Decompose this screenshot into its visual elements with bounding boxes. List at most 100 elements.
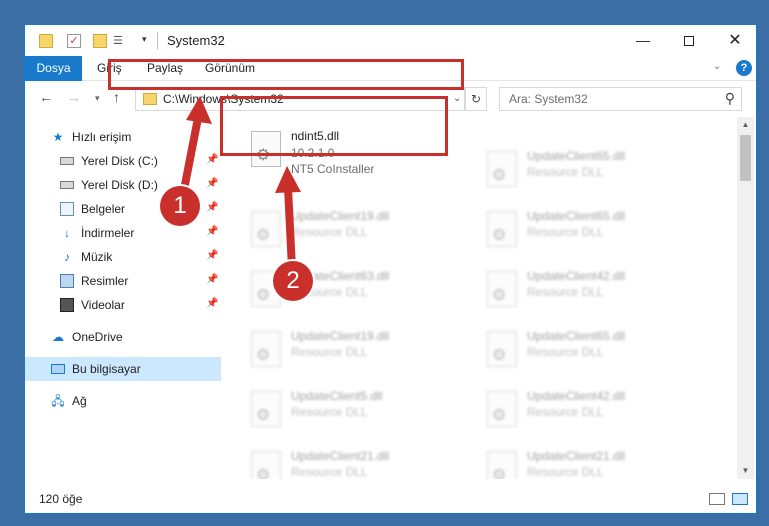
nav-label: Resimler bbox=[81, 274, 129, 288]
nav-item-local-disk-c[interactable]: Yerel Disk (C:) 📌 bbox=[25, 149, 221, 173]
tab-file[interactable]: Dosya bbox=[25, 56, 82, 81]
file-tile[interactable]: ⚙ UpdateClient19.dll Resource DLL bbox=[239, 325, 459, 381]
disk-icon bbox=[60, 157, 74, 165]
file-tile[interactable]: ⚙ UpdateClient42.dll Resource DLL bbox=[475, 265, 695, 321]
nav-item-onedrive[interactable]: ☁ OneDrive bbox=[25, 325, 221, 349]
gear-icon: ⚙ bbox=[256, 227, 271, 244]
search-icon[interactable]: ⚲ bbox=[725, 90, 735, 107]
file-tile[interactable]: ⚙ UpdateClient65.dll Resource DLL bbox=[475, 325, 695, 381]
pin-icon[interactable]: 📌 bbox=[206, 250, 218, 261]
nav-label: Yerel Disk (C:) bbox=[81, 154, 158, 168]
file-name: UpdateClient65.dll bbox=[527, 149, 626, 163]
dll-file-icon: ⚙ bbox=[487, 151, 517, 187]
file-name: UpdateClient19.dll bbox=[291, 209, 390, 223]
annotation-file-box bbox=[220, 96, 448, 156]
annotation-address-box bbox=[108, 59, 464, 90]
file-tile[interactable]: ⚙ UpdateClient21.dll Resource DLL bbox=[475, 445, 695, 479]
address-dropdown-chevron-icon[interactable]: ⌄ bbox=[453, 93, 461, 104]
nav-label: Ağ bbox=[72, 394, 87, 408]
file-type: Resource DLL bbox=[291, 225, 368, 239]
step-1-badge: 1 bbox=[160, 186, 200, 226]
folder-icon[interactable] bbox=[39, 34, 53, 48]
help-icon[interactable]: ? bbox=[736, 60, 752, 76]
nav-label: Müzik bbox=[81, 250, 113, 264]
file-tile[interactable]: ⚙ UpdateClient63.dll Resource DLL bbox=[239, 265, 459, 321]
disk-icon bbox=[60, 181, 74, 189]
file-tile[interactable]: ⚙ UpdateClient42.dll Resource DLL bbox=[475, 385, 695, 441]
file-type: Resource DLL bbox=[291, 465, 368, 479]
dll-file-icon: ⚙ bbox=[487, 211, 517, 247]
folder-icon bbox=[143, 93, 157, 105]
file-list: ⚙ ndint5.dll 10.2.1.0 NT5 CoInstaller ⚙ … bbox=[235, 117, 735, 479]
gear-icon: ⚙ bbox=[492, 227, 507, 244]
nav-item-this-pc[interactable]: Bu bilgisayar bbox=[25, 357, 221, 381]
file-type: Resource DLL bbox=[291, 405, 368, 419]
window-title: System32 bbox=[167, 33, 225, 48]
search-placeholder: Ara: System32 bbox=[509, 92, 588, 106]
nav-item-pictures[interactable]: Resimler 📌 bbox=[25, 269, 221, 293]
close-button[interactable]: ✕ bbox=[712, 25, 756, 56]
dll-file-icon: ⚙ bbox=[251, 391, 281, 427]
file-tile[interactable]: ⚙ UpdateClient65.dll Resource DLL bbox=[475, 145, 695, 201]
pin-icon[interactable]: 📌 bbox=[206, 298, 218, 309]
customize-toolbar-icon[interactable]: ☰ bbox=[113, 34, 129, 48]
new-folder-icon[interactable] bbox=[93, 34, 107, 48]
file-type: Resource DLL bbox=[527, 225, 604, 239]
computer-icon bbox=[51, 364, 65, 374]
minimize-button[interactable]: — bbox=[620, 25, 666, 56]
gear-icon: ⚙ bbox=[256, 347, 271, 364]
nav-label: İndirmeler bbox=[81, 226, 135, 240]
file-tile[interactable]: ⚙ UpdateClient5.dll Resource DLL bbox=[239, 385, 459, 441]
cloud-icon: ☁ bbox=[52, 330, 64, 344]
video-icon bbox=[60, 298, 74, 312]
file-name: UpdateClient42.dll bbox=[527, 389, 626, 403]
back-button[interactable]: ← bbox=[39, 89, 53, 105]
file-tile[interactable]: ⚙ UpdateClient19.dll Resource DLL bbox=[239, 205, 459, 261]
pin-icon[interactable]: 📌 bbox=[206, 178, 218, 189]
file-name: UpdateClient65.dll bbox=[527, 209, 626, 223]
download-icon: ↓ bbox=[64, 226, 70, 240]
scroll-thumb[interactable] bbox=[740, 135, 751, 181]
up-button[interactable]: ↑ bbox=[113, 89, 120, 105]
search-input[interactable]: Ara: System32 ⚲ bbox=[499, 87, 742, 111]
nav-item-music[interactable]: ♪ Müzik 📌 bbox=[25, 245, 221, 269]
nav-item-videos[interactable]: Videolar 📌 bbox=[25, 293, 221, 317]
documents-icon bbox=[60, 202, 74, 216]
gear-icon: ⚙ bbox=[256, 287, 271, 304]
properties-check-icon[interactable]: ✓ bbox=[67, 34, 81, 48]
file-name: UpdateClient42.dll bbox=[527, 269, 626, 283]
dll-file-icon: ⚙ bbox=[487, 271, 517, 307]
nav-item-downloads[interactable]: ↓ İndirmeler 📌 bbox=[25, 221, 221, 245]
nav-label: Hızlı erişim bbox=[72, 130, 132, 144]
refresh-button[interactable]: ↻ bbox=[465, 87, 487, 111]
nav-quick-access[interactable]: ★ Hızlı erişim bbox=[25, 125, 221, 149]
file-type: Resource DLL bbox=[291, 345, 368, 359]
pictures-icon bbox=[60, 274, 74, 288]
item-count: 120 öğe bbox=[39, 492, 83, 506]
forward-button[interactable]: → bbox=[67, 89, 81, 105]
pin-icon[interactable]: 📌 bbox=[206, 154, 218, 165]
file-name: UpdateClient19.dll bbox=[291, 329, 390, 343]
scroll-down-arrow-icon[interactable]: ▼ bbox=[737, 463, 754, 479]
pin-icon[interactable]: 📌 bbox=[206, 226, 218, 237]
details-view-icon[interactable] bbox=[709, 493, 725, 505]
dll-file-icon: ⚙ bbox=[487, 451, 517, 479]
gear-icon: ⚙ bbox=[256, 467, 271, 479]
music-icon: ♪ bbox=[64, 250, 70, 264]
dll-file-icon: ⚙ bbox=[487, 391, 517, 427]
file-name: UpdateClient65.dll bbox=[527, 329, 626, 343]
file-tile[interactable]: ⚙ UpdateClient65.dll Resource DLL bbox=[475, 205, 695, 261]
quick-access-dropdown-icon[interactable]: ▾ bbox=[142, 34, 147, 45]
file-name: UpdateClient21.dll bbox=[527, 449, 626, 463]
file-tile[interactable]: ⚙ UpdateClient21.dll Resource DLL bbox=[239, 445, 459, 479]
recent-locations-chevron-icon[interactable]: ▾ bbox=[95, 93, 100, 104]
scroll-up-arrow-icon[interactable]: ▲ bbox=[737, 117, 754, 133]
maximize-button[interactable] bbox=[666, 25, 712, 56]
expand-ribbon-chevron-icon[interactable]: ⌄ bbox=[713, 61, 721, 72]
pin-icon[interactable]: 📌 bbox=[206, 274, 218, 285]
pin-icon[interactable]: 📌 bbox=[206, 202, 218, 213]
nav-item-network[interactable]: 🖧 Ağ bbox=[25, 389, 221, 413]
vertical-scrollbar[interactable]: ▲ ▼ bbox=[737, 117, 754, 479]
file-type: Resource DLL bbox=[527, 165, 604, 179]
tiles-view-icon[interactable] bbox=[732, 493, 748, 505]
